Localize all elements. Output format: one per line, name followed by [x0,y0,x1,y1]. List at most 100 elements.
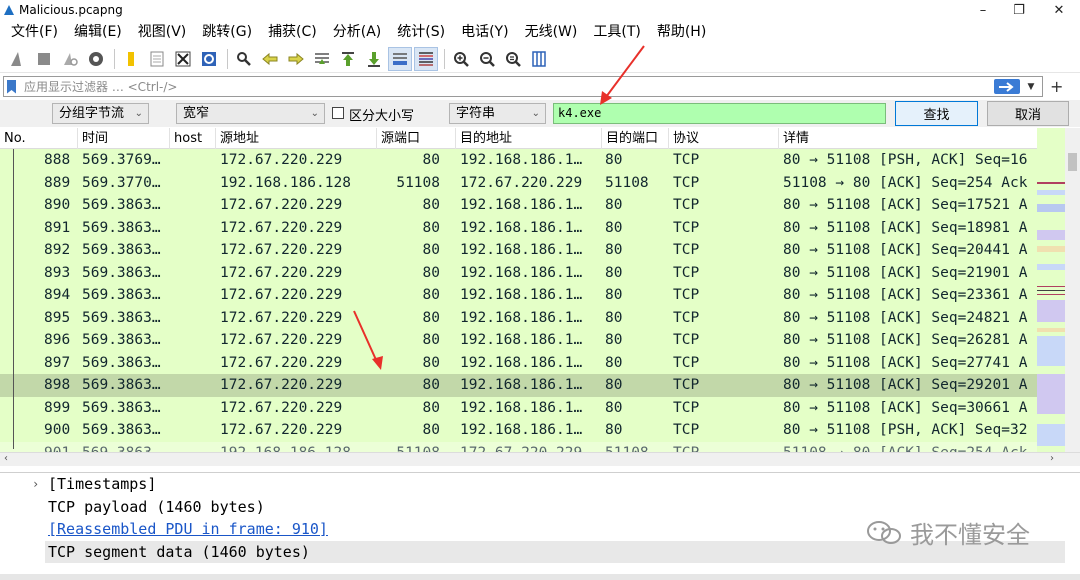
packet-row[interactable]: 889 569.3770… 192.168.186.128 51108 172.67.2… [0,171,1037,194]
packet-row[interactable]: 894 569.3863… 172.67.220.229 80 192.168.186.… [0,284,1037,307]
cancel-button[interactable]: 取消 [987,101,1069,126]
column-header-source[interactable]: 源地址 [216,128,377,149]
packet-row-selected[interactable]: 898 569.3863… 172.67.220.229 80 192.168.186.… [0,374,1037,397]
first-packet-icon[interactable] [336,47,360,71]
go-forward-icon[interactable] [284,47,308,71]
packet-cell-dst: 192.168.186.1… [460,264,583,281]
search-type-select[interactable]: 字符串 ⌄ [449,103,546,124]
zoom-in-icon[interactable] [449,47,473,71]
close-file-icon[interactable] [171,47,195,71]
column-header-info[interactable]: 详情 [779,128,1037,149]
shark-start-icon[interactable] [6,47,30,71]
search-string-input[interactable]: k4.exe [553,103,886,124]
packet-row[interactable]: 891 569.3863… 172.67.220.229 80 192.168.186.… [0,216,1037,239]
file-icon[interactable] [145,47,169,71]
detail-timestamps[interactable]: [Timestamps] [48,473,156,495]
column-header-time[interactable]: 时间 [78,128,170,149]
packet-cell-no: 896 [44,332,71,348]
packet-cell-dst: 192.168.186.1… [460,197,583,213]
packet-row[interactable]: 892 569.3863… 172.67.220.229 80 192.168.186.… [0,239,1037,262]
packet-cell-dst: 172.67.220.229 [460,442,602,453]
find-packet-icon[interactable] [232,47,256,71]
packet-details-pane[interactable]: › [Timestamps] TCP payload (1460 bytes) … [0,472,1080,580]
apply-filter-arrow-icon[interactable] [994,79,1020,94]
search-scope-select[interactable]: 分组字节流 ⌄ [52,103,149,124]
packet-row[interactable]: 890 569.3863… 172.67.220.229 80 192.168.186.… [0,194,1037,217]
go-to-packet-icon[interactable] [310,47,334,71]
resize-columns-icon[interactable] [527,47,551,71]
zoom-out-icon[interactable] [475,47,499,71]
capture-options-icon[interactable] [84,47,108,71]
menu-analyze[interactable]: 分析(A) [325,21,390,43]
column-header-destination-port[interactable]: 目的端口 [602,128,669,149]
charset-select[interactable]: 宽窄 ⌄ [176,103,325,124]
expand-arrow-icon[interactable]: › [32,477,39,491]
case-sensitive-checkbox[interactable] [332,107,344,119]
column-header-no[interactable]: No. [0,128,78,149]
packet-cell-sport: 80 [422,399,440,416]
menu-file[interactable]: 文件(F) [3,21,66,43]
minimap-marker [1037,336,1065,366]
restart-icon[interactable] [58,47,82,71]
maximize-button[interactable]: ❐ [1004,0,1034,20]
menu-tools[interactable]: 工具(T) [585,21,648,43]
packet-cell-proto: TCP [673,422,700,438]
packet-cell-dport: 80 [605,197,623,213]
go-back-icon[interactable] [258,47,282,71]
column-header-destination[interactable]: 目的地址 [456,128,602,149]
packet-row[interactable]: 901569.3863…192.168.186.12851108172.67.2… [0,441,1037,453]
menu-telephony[interactable]: 电话(Y) [453,21,516,43]
charset-value: 宽窄 [183,106,210,121]
packet-row[interactable]: 899 569.3863… 172.67.220.229 80 192.168.186.… [0,396,1037,419]
packet-list-horizontal-scrollbar[interactable]: ‹ › [0,452,1080,466]
scroll-left-icon[interactable]: ‹ [4,453,8,464]
packet-cell-no: 901 [44,442,78,453]
packet-list-vertical-scrollbar[interactable] [1065,128,1080,452]
detail-tcp-payload[interactable]: TCP payload (1460 bytes) [48,496,265,518]
add-filter-button[interactable]: + [1050,77,1063,96]
packet-row[interactable]: 888 569.3769… 172.67.220.229 80 192.168.186.… [0,149,1037,172]
packet-row[interactable]: 896 569.3863… 172.67.220.229 80 192.168.186.… [0,329,1037,352]
last-packet-icon[interactable] [362,47,386,71]
packet-cell-time: 569.3863… [82,399,161,416]
filter-bookmark-icon[interactable] [7,79,16,94]
zoom-normal-icon[interactable] [501,47,525,71]
packet-row[interactable]: 900 569.3863… 172.67.220.229 80 192.168.186.… [0,419,1037,442]
column-header-protocol[interactable]: 协议 [669,128,779,149]
detail-reassembled-link[interactable]: [Reassembled PDU in frame: 910] [48,518,328,540]
menu-statistics[interactable]: 统计(S) [389,21,453,43]
menu-view[interactable]: 视图(V) [130,21,195,43]
scroll-right-icon[interactable]: › [1050,453,1054,464]
column-header-source-port[interactable]: 源端口 [377,128,456,149]
packet-cell-src: 172.67.220.229 [220,377,343,393]
packet-list[interactable]: No. 时间 host 源地址 源端口 目的地址 目的端口 协议 详情 888 5… [0,128,1037,452]
menu-wireless[interactable]: 无线(W) [517,21,586,43]
autoscroll-icon[interactable] [388,46,412,71]
packet-row[interactable]: 895 569.3863… 172.67.220.229 80 192.168.186.… [0,306,1037,329]
column-header-host[interactable]: host [170,128,216,149]
reload-icon[interactable] [197,47,221,71]
packet-cell-src: 172.67.220.229 [220,264,343,281]
packet-row[interactable]: 897 569.3863… 172.67.220.229 80 192.168.186.… [0,351,1037,374]
display-filter-input[interactable]: 应用显示过滤器 … <Ctrl-/> ▼ [3,76,1043,97]
find-button[interactable]: 查找 [895,101,978,126]
menu-capture[interactable]: 捕获(C) [260,21,325,43]
packet-row[interactable]: 893 569.3863… 172.67.220.229 80 192.168.186.… [0,261,1037,284]
packet-cell-sport: 80 [422,354,440,371]
packet-cell-host [172,284,216,307]
filter-history-dropdown-icon[interactable]: ▼ [1024,78,1038,95]
menu-edit[interactable]: 编辑(E) [66,21,130,43]
minimap-marker [1037,190,1065,195]
packet-cell-time: 569.3863… [82,264,161,281]
colorize-icon[interactable] [414,46,438,71]
packet-cell-proto: TCP [673,152,700,168]
minimize-button[interactable]: – [968,0,998,20]
menu-help[interactable]: 帮助(H) [649,21,714,43]
close-button[interactable]: ✕ [1044,0,1074,20]
packet-minimap[interactable] [1037,128,1065,452]
menu-go[interactable]: 跳转(G) [194,21,260,43]
scrollbar-thumb[interactable] [1068,153,1077,171]
stop-icon[interactable] [32,47,56,71]
packet-cell-time: 569.3863… [82,422,161,438]
open-file-icon[interactable] [119,47,143,71]
